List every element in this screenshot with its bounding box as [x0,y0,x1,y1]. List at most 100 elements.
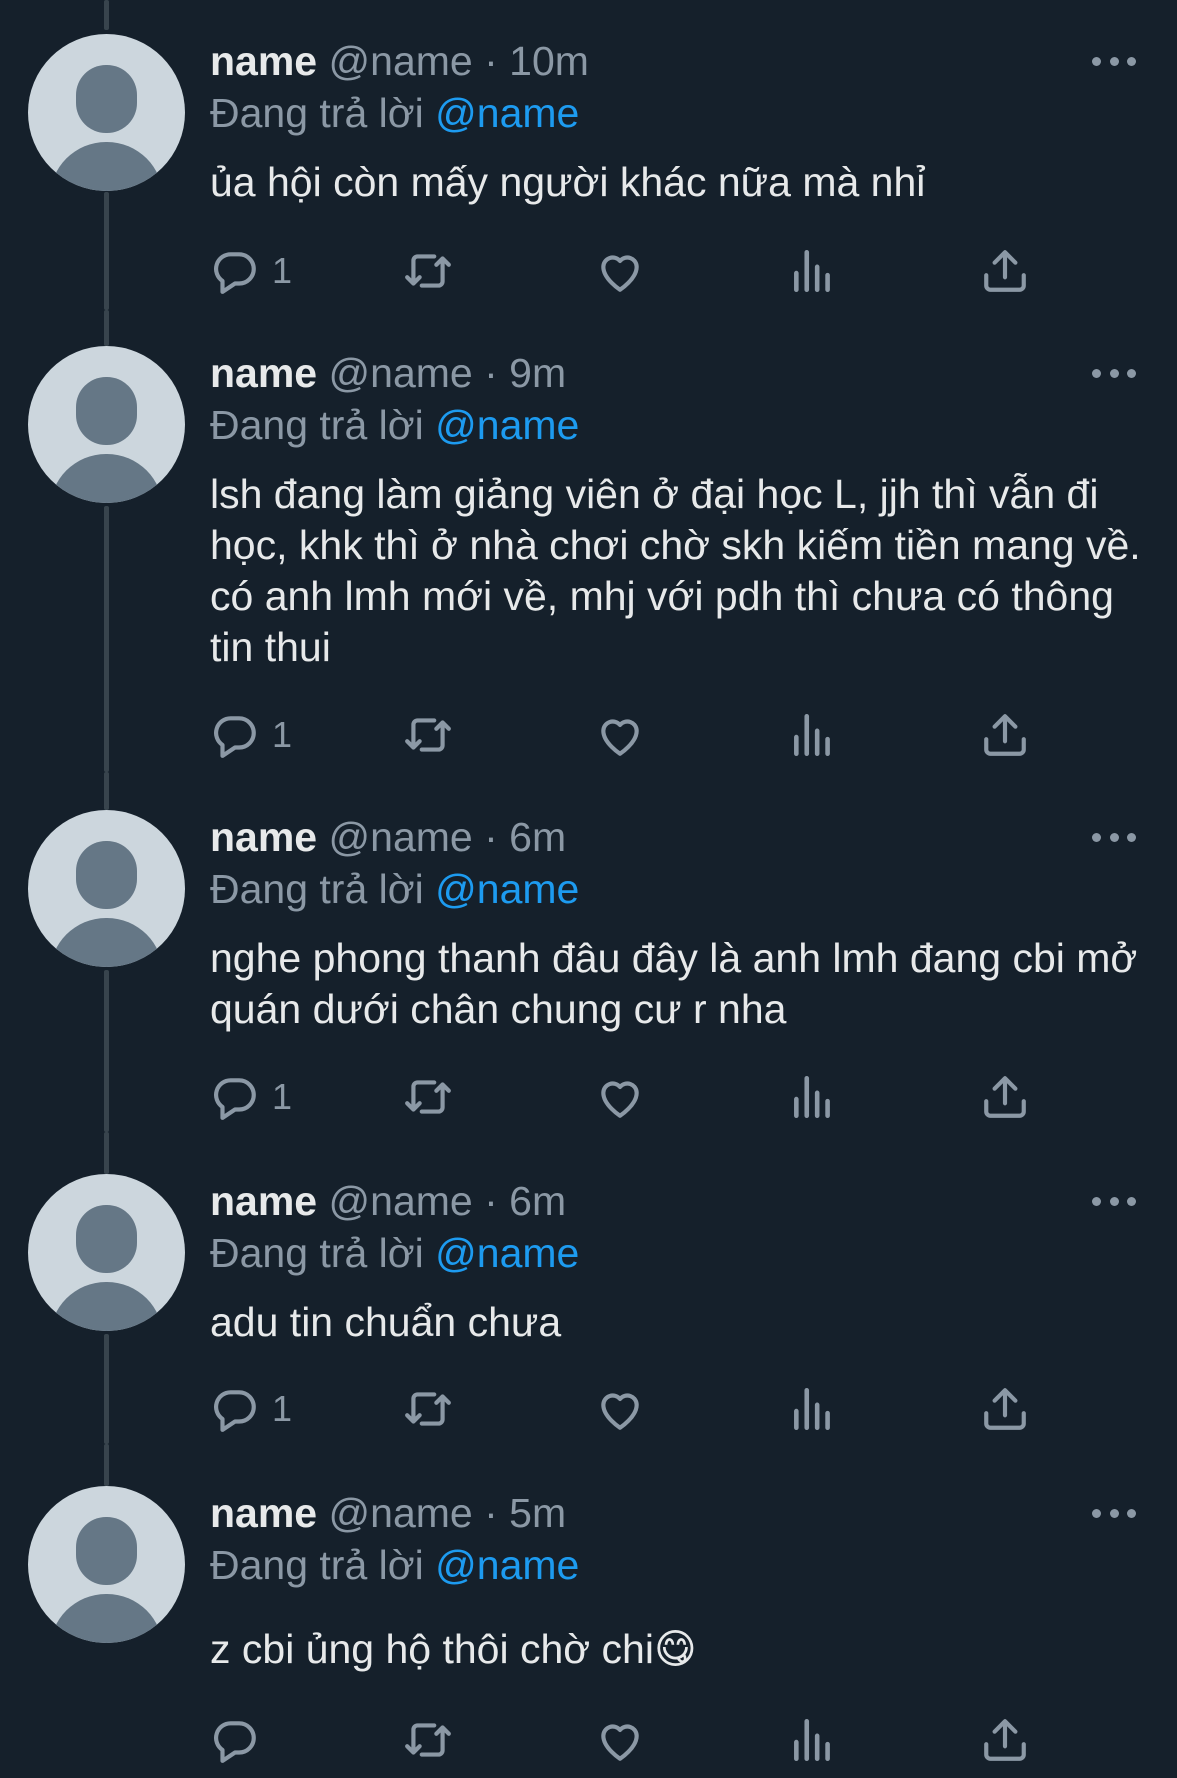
mention-link[interactable]: @name [435,90,579,136]
tweet[interactable]: name @name · 6m Đang trả lời @name adu t… [0,1132,1177,1444]
thread-connector-line [104,192,109,310]
retweet-icon [405,718,451,752]
more-icon[interactable] [1092,825,1136,849]
like-button[interactable] [595,1379,645,1439]
share-button[interactable] [980,241,1030,301]
share-button[interactable] [980,1710,1030,1770]
share-button[interactable] [980,705,1030,765]
replying-to-label: Đang trả lời [210,1542,424,1588]
tweet-header: name @name · 10m [210,37,589,85]
display-name[interactable]: name [210,1490,317,1536]
reply-button[interactable]: 1 [210,1067,292,1127]
action-bar: 1 [210,241,1090,301]
tweet-text: adu tin chuẩn chưa [210,1299,562,1345]
avatar[interactable] [28,34,185,191]
reply-button[interactable] [210,1710,272,1770]
views-icon [794,713,830,757]
mention-link[interactable]: @name [435,1542,579,1588]
retweet-button[interactable] [403,705,453,765]
action-bar: 1 [210,705,1090,765]
tweet-header: name @name · 9m [210,349,566,397]
replying-to-label: Đang trả lời [210,866,424,912]
heart-icon [601,719,639,756]
action-bar: 1 [210,1067,1090,1127]
share-button[interactable] [980,1067,1030,1127]
tweet-header: name @name · 6m [210,813,566,861]
mention-link[interactable]: @name [435,866,579,912]
display-name[interactable]: name [210,814,317,860]
share-button[interactable] [980,1379,1030,1439]
views-button[interactable] [788,705,838,765]
action-bar: 1 [210,1379,1090,1439]
tweet-header: name @name · 5m [210,1489,566,1537]
like-button[interactable] [595,241,645,301]
more-icon[interactable] [1092,361,1136,385]
tweet[interactable]: name @name · 5m Đang trả lời @name z cbi… [0,1444,1177,1778]
timestamp[interactable]: 6m [509,1178,566,1224]
like-button[interactable] [595,1710,645,1770]
avatar[interactable] [28,346,185,503]
reply-button[interactable]: 1 [210,1379,292,1439]
retweet-button[interactable] [403,1067,453,1127]
timestamp[interactable]: 6m [509,814,566,860]
reply-count: 1 [272,714,293,755]
display-name[interactable]: name [210,38,317,84]
retweet-button[interactable] [403,241,453,301]
action-bar [210,1710,1090,1770]
avatar[interactable] [28,1486,185,1643]
timestamp[interactable]: 10m [509,38,589,84]
timestamp[interactable]: 5m [509,1490,566,1536]
share-icon [984,1076,1026,1118]
mention-link[interactable]: @name [435,402,579,448]
user-handle[interactable]: @name [329,1490,473,1536]
separator-dot: · [484,38,498,84]
heart-icon [601,1724,639,1761]
display-name[interactable]: name [210,350,317,396]
avatar[interactable] [28,810,185,967]
reply-count: 1 [272,250,293,291]
replying-to: Đang trả lời @name [210,1541,579,1589]
user-handle[interactable]: @name [329,1178,473,1224]
display-name[interactable]: name [210,1178,317,1224]
replying-to-label: Đang trả lời [210,90,424,136]
tweet[interactable]: name @name · 9m Đang trả lời @name lsh đ… [0,310,1177,772]
replying-to-label: Đang trả lời [210,1230,424,1276]
user-handle[interactable]: @name [329,350,473,396]
more-icon[interactable] [1092,49,1136,73]
retweet-icon [405,1392,451,1426]
tweet-text: nghe phong thanh đâu đây là anh lmh đang… [210,935,1138,1032]
timestamp[interactable]: 9m [509,350,566,396]
retweet-icon [405,254,451,288]
like-button[interactable] [595,705,645,765]
retweet-button[interactable] [403,1710,453,1770]
share-icon [984,1388,1026,1430]
like-button[interactable] [595,1067,645,1127]
tweet[interactable]: name @name · 10m Đang trả lời @name ủa h… [0,0,1177,310]
replying-to: Đang trả lời @name [210,1229,579,1277]
views-button[interactable] [788,1067,838,1127]
user-handle[interactable]: @name [329,38,473,84]
thread-connector-line [104,1334,109,1444]
heart-icon [601,1393,639,1430]
views-button[interactable] [788,1379,838,1439]
mention-link[interactable]: @name [435,1230,579,1276]
views-button[interactable] [788,241,838,301]
reply-icon [214,1078,256,1120]
reply-button[interactable]: 1 [210,241,292,301]
tweet[interactable]: name @name · 6m Đang trả lời @name nghe … [0,772,1177,1132]
user-handle[interactable]: @name [329,814,473,860]
more-icon[interactable] [1092,1189,1136,1213]
thread-connector-line [104,310,109,346]
reply-button[interactable]: 1 [210,705,292,765]
separator-dot: · [484,1178,498,1224]
share-icon [984,714,1026,756]
reply-thread: name @name · 10m Đang trả lời @name ủa h… [0,0,1177,1778]
avatar[interactable] [28,1174,185,1331]
tweet-header: name @name · 6m [210,1177,566,1225]
views-button[interactable] [788,1710,838,1770]
tweet-text: ủa hội còn mấy người khác nữa mà nhỉ [210,159,926,205]
retweet-button[interactable] [403,1379,453,1439]
thread-connector-line [104,970,109,1132]
replying-to: Đang trả lời @name [210,865,579,913]
more-icon[interactable] [1092,1501,1136,1525]
